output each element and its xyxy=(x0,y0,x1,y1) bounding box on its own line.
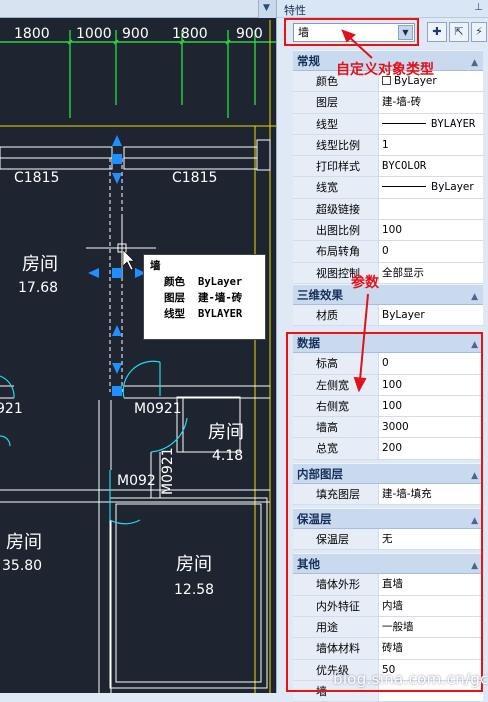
prop-value[interactable] xyxy=(379,198,483,220)
door-label-partial: 921 xyxy=(0,401,23,417)
category-label: 三维效果 xyxy=(297,287,343,302)
prop-key: 线型比例 xyxy=(293,134,379,156)
door-label-m0921-vertical: M0921 xyxy=(160,447,176,495)
tooltip-row: 颜色 ByLayer xyxy=(150,274,259,290)
prop-value[interactable]: 0 xyxy=(379,241,483,262)
cursor-select-icon: ⇱ xyxy=(454,25,464,38)
grip-arrow-down-icon xyxy=(112,173,122,184)
tooltip-value: 建-墙-砖 xyxy=(198,292,243,304)
prop-value[interactable]: BYLAYER xyxy=(379,113,483,134)
room-name-2: 房间 xyxy=(208,422,244,443)
cad-scroll-button[interactable]: ▼ xyxy=(258,0,276,18)
prop-value-text: ByLayer xyxy=(431,181,474,194)
toggle-pickadd-button[interactable]: ✚ xyxy=(427,22,447,42)
prop-row-material[interactable]: 材质 ByLayer xyxy=(293,304,483,327)
prop-key: 线宽 xyxy=(293,177,379,198)
prop-row-linetype-scale[interactable]: 线型比例 1 xyxy=(293,134,483,157)
prop-value[interactable]: ByLayer xyxy=(379,304,483,326)
prop-row-lineweight[interactable]: 线宽 ByLayer xyxy=(293,177,483,199)
dim-1800-b: 1800 xyxy=(172,26,208,42)
tooltip-value: BYLAYER xyxy=(198,308,243,320)
cad-ruler-strip xyxy=(0,0,276,18)
prop-row-hyperlink[interactable]: 超级链接 xyxy=(293,198,483,221)
prop-row-plot-scale[interactable]: 出图比例 100 xyxy=(293,220,483,242)
prop-row-linetype[interactable]: 线型 BYLAYER xyxy=(293,113,483,135)
room-name-1: 房间 xyxy=(22,254,58,275)
mouse-cursor-icon xyxy=(122,249,135,271)
prop-value[interactable]: 建-墙-砖 xyxy=(379,92,483,113)
line-sample-icon xyxy=(382,122,426,124)
quick-select-button[interactable]: ⚡ xyxy=(471,22,487,42)
prop-key: 线型 xyxy=(293,113,379,134)
dim-900-b: 900 xyxy=(236,26,263,42)
tooltip-title: 墙 xyxy=(150,260,161,272)
room-name-3: 房间 xyxy=(6,532,42,553)
wall-grip-mid xyxy=(112,268,122,278)
prop-key: 材质 xyxy=(293,304,379,326)
room-name-4: 房间 xyxy=(176,554,212,575)
room-area-2: 4.18 xyxy=(212,448,243,464)
room-area-4: 12.58 xyxy=(174,582,214,598)
chevron-down-icon: ▼ xyxy=(263,3,270,13)
prop-key: 布局转角 xyxy=(293,241,379,262)
room-area-3: 35.80 xyxy=(2,558,42,574)
prop-value[interactable]: ByLayer xyxy=(379,177,483,198)
quick-select-icon: ⚡ xyxy=(475,25,483,38)
prop-row-layout-rotation[interactable]: 布局转角 0 xyxy=(293,241,483,263)
tooltip-row: 图层 建-墙-砖 xyxy=(150,290,259,306)
dim-900-a: 900 xyxy=(122,26,149,42)
prop-key: 超级链接 xyxy=(293,198,379,220)
prop-key: 图层 xyxy=(293,92,379,113)
wall-grip-top xyxy=(112,154,122,164)
prop-value[interactable]: 1 xyxy=(379,134,483,156)
category-3d-effects[interactable]: 三维效果 ▲ xyxy=(293,283,483,307)
prop-value-text: BYLAYER xyxy=(431,117,476,130)
grip-arrow-left-icon xyxy=(88,268,99,278)
tooltip-key: 图层 xyxy=(164,292,185,304)
panel-title: 特性 xyxy=(284,4,306,17)
hover-tooltip: 墙 颜色 ByLayer 图层 建-墙-砖 线型 BYLAYER xyxy=(143,254,266,340)
category-label: 常规 xyxy=(297,54,320,68)
door-label-m092: M092 xyxy=(117,473,156,489)
line-sample-icon xyxy=(382,186,426,188)
dim-1000: 1000 xyxy=(76,26,112,42)
window-label-c1815-b: C1815 xyxy=(172,170,217,186)
prop-key: 打印样式 xyxy=(293,156,379,177)
prop-row-layer[interactable]: 图层 建-墙-砖 xyxy=(293,92,483,114)
wall-grip-bottom xyxy=(112,386,122,396)
pin-icon[interactable]: ⊥ xyxy=(474,2,483,13)
tooltip-value: ByLayer xyxy=(198,276,243,288)
select-objects-button[interactable]: ⇱ xyxy=(449,22,469,42)
annotation-box-params xyxy=(286,332,483,692)
prop-value[interactable]: BYCOLOR xyxy=(379,156,483,177)
dim-1800-a: 1800 xyxy=(14,26,50,42)
panel-titlebar: 特性 ⊥ xyxy=(277,0,488,18)
prop-row-view-control[interactable]: 视图控制 全部显示 xyxy=(293,262,483,284)
grip-arrow-down-2-icon xyxy=(112,363,122,374)
room-area-1: 17.68 xyxy=(18,280,58,296)
prop-value[interactable]: 100 xyxy=(379,220,483,241)
tooltip-key: 线型 xyxy=(164,308,185,320)
annotation-box-type xyxy=(284,18,419,46)
collapse-icon[interactable]: ▲ xyxy=(471,53,478,73)
watermark: blog.sina.com.cn/gcad xyxy=(333,670,488,688)
grip-arrow-up-2-icon xyxy=(112,325,122,336)
tooltip-key: 颜色 xyxy=(164,276,185,288)
collapse-icon[interactable]: ▲ xyxy=(471,287,478,307)
cad-canvas[interactable]: 1800 1000 900 1800 900 C1815 C1815 921 M… xyxy=(0,0,276,693)
cad-drawing-area[interactable]: 1800 1000 900 1800 900 C1815 C1815 921 M… xyxy=(0,0,276,693)
grip-arrow-up-icon xyxy=(112,135,122,146)
door-label-m0921-a: M0921 xyxy=(134,401,182,417)
annotation-custom-type: 自定义对象类型 xyxy=(336,62,434,78)
prop-key: 出图比例 xyxy=(293,220,379,241)
prop-value[interactable]: 全部显示 xyxy=(379,262,483,283)
prop-row-plotstyle[interactable]: 打印样式 BYCOLOR xyxy=(293,156,483,178)
plus-icon: ✚ xyxy=(432,25,442,38)
tooltip-row: 线型 BYLAYER xyxy=(150,306,259,322)
window-label-c1815-a: C1815 xyxy=(14,170,59,186)
annotation-params: 参数 xyxy=(351,275,379,291)
